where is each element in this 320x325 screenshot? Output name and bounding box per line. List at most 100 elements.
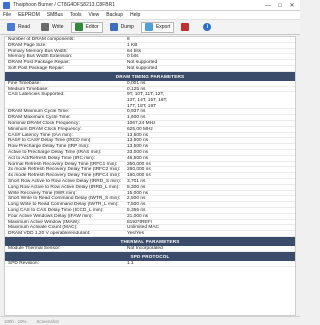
row-label: RAS# to CAS# Delay Time (tRCD min): bbox=[8, 138, 92, 144]
row-label: CAS Latencies Supported: bbox=[8, 92, 65, 98]
row-label: Module Thermal Sensor: bbox=[8, 245, 61, 251]
row-value: 5,356 ns bbox=[127, 207, 146, 213]
row-value: 46,500 ns bbox=[127, 155, 149, 161]
write-label: Write bbox=[51, 24, 64, 30]
row-value: 7,500 ns bbox=[127, 202, 146, 208]
row-value: 5,300 ns bbox=[127, 184, 146, 190]
minimize-button[interactable]: — bbox=[262, 1, 274, 10]
dram-timing-section-header: DRAM TIMING PARAMETERS bbox=[5, 71, 295, 81]
menu-tools[interactable]: Tools bbox=[70, 12, 82, 18]
status-left: 100h · 10% bbox=[4, 318, 27, 324]
table-row: SPD Revision: 1.1 bbox=[5, 261, 295, 267]
write-icon bbox=[40, 23, 49, 31]
menu-backup[interactable]: Backup bbox=[106, 12, 123, 18]
menu-bar: File EEPROM SMBus Tools View Backup Help bbox=[0, 11, 300, 20]
row-label: DRAM Minimum Cycle Time: bbox=[8, 109, 70, 115]
app-icon bbox=[3, 1, 10, 9]
row-value: 260,000 ns bbox=[127, 167, 151, 173]
window-controls: — □ ✕ bbox=[262, 1, 298, 10]
editor-icon bbox=[74, 23, 83, 31]
table-row: CAS Latencies Supported: 9T, 10T, 11T, 12… bbox=[5, 92, 295, 110]
row-value: 8192*tREFI bbox=[127, 219, 152, 225]
row-value: Not supported bbox=[127, 60, 158, 66]
menu-smbus[interactable]: SMBus bbox=[47, 12, 63, 18]
menu-help[interactable]: Help bbox=[130, 12, 140, 18]
info-icon: i bbox=[203, 23, 212, 31]
row-label: Normal Refresh Recovery Delay Time (tRFC… bbox=[8, 161, 118, 167]
row-value: 33,000 ns bbox=[127, 149, 149, 155]
row-label: DRAM VDD 1,20 V operable/endurant: bbox=[8, 231, 91, 236]
row-value: 1 KB bbox=[127, 42, 138, 48]
row-label: 2x mode Refresh Recovery Delay Time (tRF… bbox=[8, 167, 121, 173]
row-value: 0,937 ns bbox=[127, 109, 146, 115]
row-label: SPD Revision: bbox=[8, 260, 39, 266]
row-value: 0 bits bbox=[127, 54, 139, 60]
menu-eeprom[interactable]: EEPROM bbox=[18, 12, 40, 18]
editor-label: Editor bbox=[85, 24, 99, 30]
row-value: 625,00 MHz bbox=[127, 126, 153, 132]
toolbar: Read Write Editor Dump Export i bbox=[0, 20, 300, 35]
close-button[interactable]: ✕ bbox=[286, 1, 298, 10]
dump-button[interactable]: Dump bbox=[106, 22, 138, 33]
row-value: Not Incorporated bbox=[127, 245, 163, 251]
row-label: DRAM Page Size: bbox=[8, 42, 47, 48]
row-label: DRAM Maximum Cycle Time: bbox=[8, 115, 71, 120]
row-label: Write Recovery Time (tWR min): bbox=[8, 190, 77, 196]
write-button[interactable]: Write bbox=[37, 22, 68, 33]
row-label: Four Active Windows Delay (tFAW min): bbox=[8, 213, 93, 219]
export-button[interactable]: Export bbox=[140, 21, 175, 33]
row-value: 350,000 ns bbox=[127, 161, 151, 167]
status-bar: 100h · 10% Screenshot bbox=[0, 316, 300, 325]
row-value: 1.1 bbox=[127, 260, 134, 266]
row-label: Soft Post Package Repair: bbox=[8, 65, 65, 71]
module-info-rows: Number of DRAM components: 8 DRAM Page Siz… bbox=[5, 37, 295, 72]
info-button[interactable]: i bbox=[199, 22, 218, 33]
row-value: 160,000 ns bbox=[127, 173, 151, 179]
title-bar: Thaiphoon Burner / CT8G4DFS8213.C8FBR1 —… bbox=[0, 0, 300, 11]
row-value: 2,500 ns bbox=[127, 196, 146, 202]
row-label: Active to Precharge Delay Time (tRAS min… bbox=[8, 149, 102, 155]
row-value: Yes/Yes bbox=[127, 231, 144, 237]
row-label: CAS# Latency Time (tAA min): bbox=[8, 132, 73, 138]
export-icon bbox=[144, 23, 153, 31]
thermal-section-header: THERMAL PARAMETERS bbox=[5, 236, 295, 246]
row-label: Long Row Active to Row Active Delay (tRR… bbox=[8, 184, 120, 190]
row-value: 13,500 ns bbox=[127, 144, 149, 150]
row-label: Long CAS to CAS Delay Time (tCCD_L min): bbox=[8, 207, 104, 213]
pdf-icon bbox=[181, 23, 190, 31]
row-value: 21,000 ns bbox=[127, 213, 149, 219]
row-label: Memory Bus Width Extension: bbox=[8, 54, 73, 60]
row-label: Nominal DRAM Clock Frequency: bbox=[8, 120, 80, 126]
maximize-button[interactable]: □ bbox=[274, 1, 286, 10]
window-title: Thaiphoon Burner / CT8G4DFS8213.C8FBR1 bbox=[13, 2, 115, 8]
menu-file[interactable]: File bbox=[3, 12, 11, 18]
row-value: 15,000 ns bbox=[127, 190, 149, 196]
row-label: 4x mode Refresh Recovery Delay Time (tRF… bbox=[8, 173, 121, 178]
row-value: Not supported bbox=[127, 65, 158, 71]
row-label: Act to Act/Refresh Delay Time (tRC min): bbox=[8, 155, 95, 161]
row-label: Long Write to Read Command Delay (tWTR_L… bbox=[8, 202, 119, 207]
row-label: Maximum Activate Count (MAC): bbox=[8, 225, 78, 231]
menu-view[interactable]: View bbox=[89, 12, 100, 18]
spd-report-panel[interactable]: Number of DRAM components: 8 DRAM Page Siz… bbox=[4, 36, 296, 316]
row-value: 13,500 ns bbox=[127, 132, 149, 138]
row-label: Primary Memory Bus Width: bbox=[8, 48, 68, 54]
row-value: 64 bits bbox=[127, 48, 142, 54]
row-value: 8 bbox=[127, 37, 130, 42]
read-icon bbox=[7, 23, 15, 31]
row-label: Short Write to Read Command Delay (tWTR_… bbox=[8, 196, 121, 202]
pdf-button[interactable] bbox=[177, 22, 196, 33]
row-label: Short Row Active to Row Active Delay (tR… bbox=[8, 178, 122, 184]
read-label: Read bbox=[18, 24, 30, 30]
row-label: Number of DRAM components: bbox=[8, 37, 75, 42]
row-label: Minimum DRAM Clock Frequency: bbox=[8, 126, 82, 132]
row-value: 0,125 ns bbox=[127, 86, 146, 92]
dram-timing-rows: Fine Timebase: 0,001 ns Medium Timebase: 0,… bbox=[5, 81, 295, 237]
row-value: 0,001 ns bbox=[127, 80, 146, 86]
row-value: 13,500 ns bbox=[127, 138, 149, 144]
row-label: Row Precharge Delay Time (tRP min): bbox=[8, 144, 90, 149]
editor-button[interactable]: Editor bbox=[70, 21, 103, 33]
read-button[interactable]: Read bbox=[3, 22, 34, 33]
row-value: 1067,24 MHz bbox=[127, 120, 156, 126]
dump-label: Dump bbox=[120, 24, 134, 30]
